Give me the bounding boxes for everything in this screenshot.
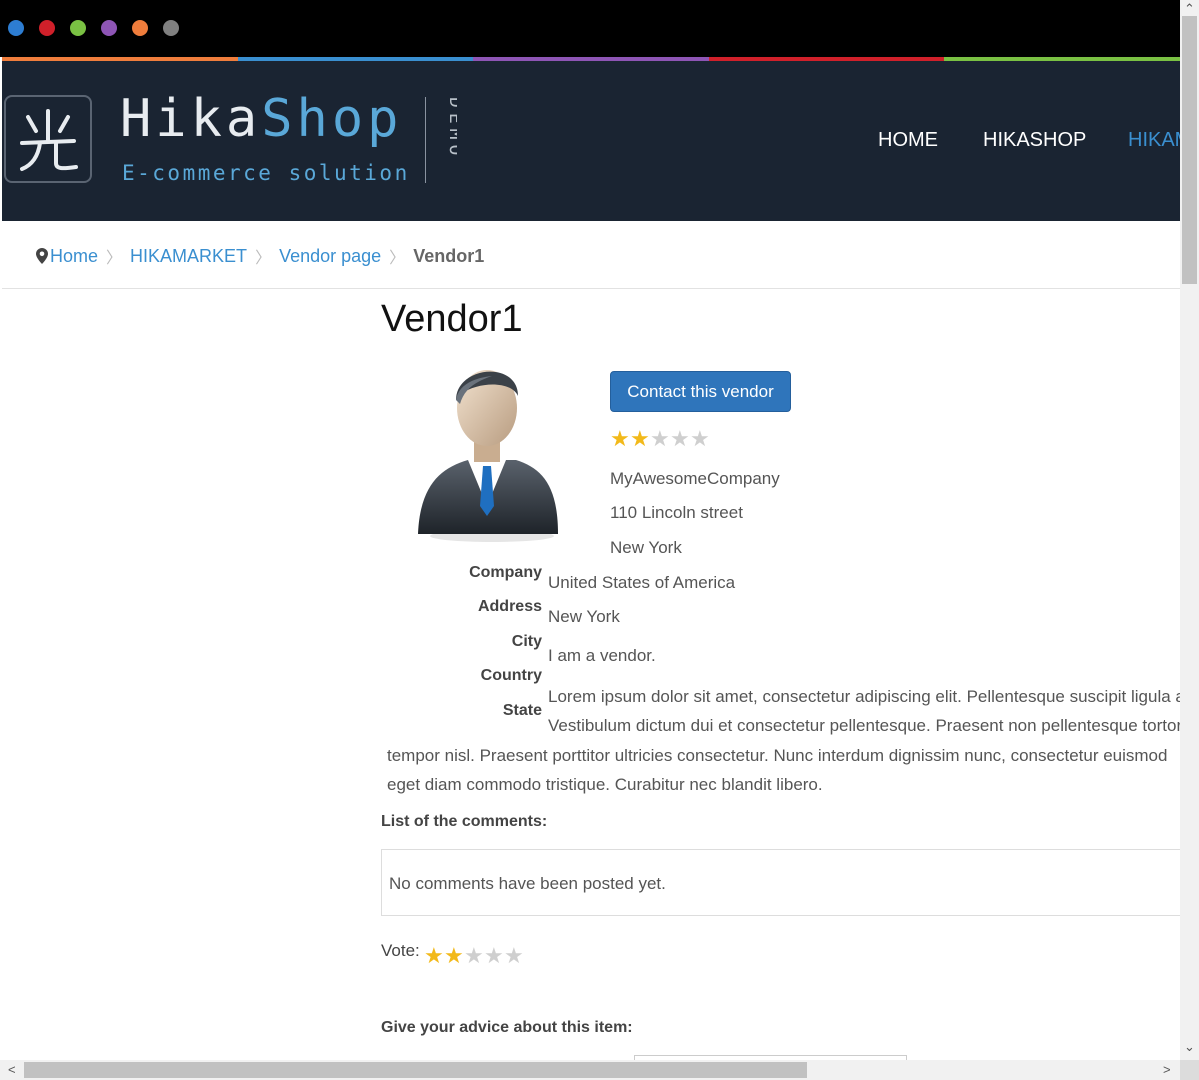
vertical-scrollbar-thumb[interactable] (1182, 16, 1197, 284)
label-address: Address (477, 598, 542, 615)
value-state: New York (548, 607, 620, 626)
vendor-description-intro: I am a vendor. (548, 646, 656, 665)
star-icon[interactable]: ★ (424, 945, 444, 967)
chevron-right-icon: 〉 (255, 250, 272, 267)
location-pin-icon (36, 248, 48, 264)
scroll-left-icon[interactable]: < (8, 1063, 16, 1077)
vendor-info-line: New York (610, 538, 682, 557)
star-icon: ★ (630, 426, 650, 451)
logo-subtitle: E-commerce solution (122, 161, 410, 185)
label-state: State (502, 702, 542, 719)
window-dot-purple[interactable] (101, 20, 117, 36)
nav-home[interactable]: HOME (878, 129, 938, 152)
label-country: Country (480, 667, 542, 684)
description-line: Lorem ipsum dolor sit amet, consectetur … (548, 687, 1185, 706)
star-icon[interactable]: ★ (504, 945, 524, 967)
description-line: eget diam commodo tristique. Curabitur n… (387, 775, 823, 794)
divider (2, 288, 1180, 289)
scroll-right-icon[interactable]: > (1163, 1063, 1171, 1077)
chevron-right-icon: 〉 (389, 250, 406, 267)
nav-hikashop[interactable]: HIKASHOP (983, 129, 1086, 152)
advice-heading: Give your advice about this item: (381, 1019, 633, 1036)
star-icon: ★ (610, 426, 630, 451)
star-icon: ★ (690, 426, 710, 451)
description-line: tempor nisl. Praesent porttitor ultricie… (387, 746, 1168, 765)
window-dot-gray[interactable] (163, 20, 179, 36)
vendor-info-line: 110 Lincoln street (610, 503, 743, 522)
logo-wordmark[interactable]: HikaShop (120, 89, 402, 149)
vote-rating[interactable]: ★ ★ ★ ★ ★ (424, 945, 524, 967)
logo-icon[interactable] (4, 95, 92, 183)
window-topbar (0, 0, 1180, 57)
star-icon[interactable]: ★ (484, 945, 504, 967)
comments-heading: List of the comments: (381, 813, 548, 830)
comments-list: No comments have been posted yet. (381, 849, 1191, 916)
breadcrumb-vendor-page[interactable]: Vendor page (279, 246, 381, 267)
page-title: Vendor1 (381, 298, 523, 340)
vendor-avatar (412, 356, 562, 546)
breadcrumb: Home 〉 HIKAMARKET 〉 Vendor page 〉 Vendor… (36, 244, 484, 268)
breadcrumb-home[interactable]: Home (50, 246, 98, 267)
scroll-down-icon[interactable]: ⌄ (1184, 1040, 1195, 1054)
label-company: Company (469, 564, 542, 581)
breadcrumb-current: Vendor1 (413, 245, 485, 266)
vendor-info-line: MyAwesomeCompany (610, 469, 780, 488)
logo-divider (425, 97, 426, 183)
value-country: United States of America (548, 573, 736, 592)
window-dot-green[interactable] (70, 20, 86, 36)
description-line: Vestibulum dictum dui et consectetur pel… (548, 716, 1183, 735)
logo-hika: Hika (120, 89, 262, 149)
vendor-rating: ★ ★ ★ ★ ★ (610, 428, 710, 450)
window-dot-blue[interactable] (8, 20, 24, 36)
window-dot-orange[interactable] (132, 20, 148, 36)
logo-demo: DEMO (435, 97, 466, 188)
breadcrumb-hikamarket[interactable]: HIKAMARKET (130, 246, 247, 267)
contact-vendor-button[interactable]: Contact this vendor (610, 371, 791, 412)
vote-label: Vote: (381, 941, 420, 960)
horizontal-scrollbar-thumb[interactable] (24, 1062, 807, 1078)
site-header: HikaShop E-commerce solution DEMO HOME H… (2, 61, 1180, 221)
scroll-up-icon[interactable]: ⌃ (1184, 2, 1195, 16)
star-icon[interactable]: ★ (444, 945, 464, 967)
logo-demo-text: DEMO (445, 97, 457, 160)
scrollbar-corner (1180, 1060, 1199, 1080)
no-comments-text: No comments have been posted yet. (389, 874, 666, 893)
star-icon: ★ (650, 426, 670, 451)
star-icon: ★ (670, 426, 690, 451)
label-city: City (511, 633, 542, 650)
chevron-right-icon: 〉 (106, 250, 123, 267)
nav-hikamarket[interactable]: HIKAM (1128, 129, 1180, 152)
logo-shop: Shop (261, 89, 403, 149)
window-dot-red[interactable] (39, 20, 55, 36)
star-icon[interactable]: ★ (464, 945, 484, 967)
